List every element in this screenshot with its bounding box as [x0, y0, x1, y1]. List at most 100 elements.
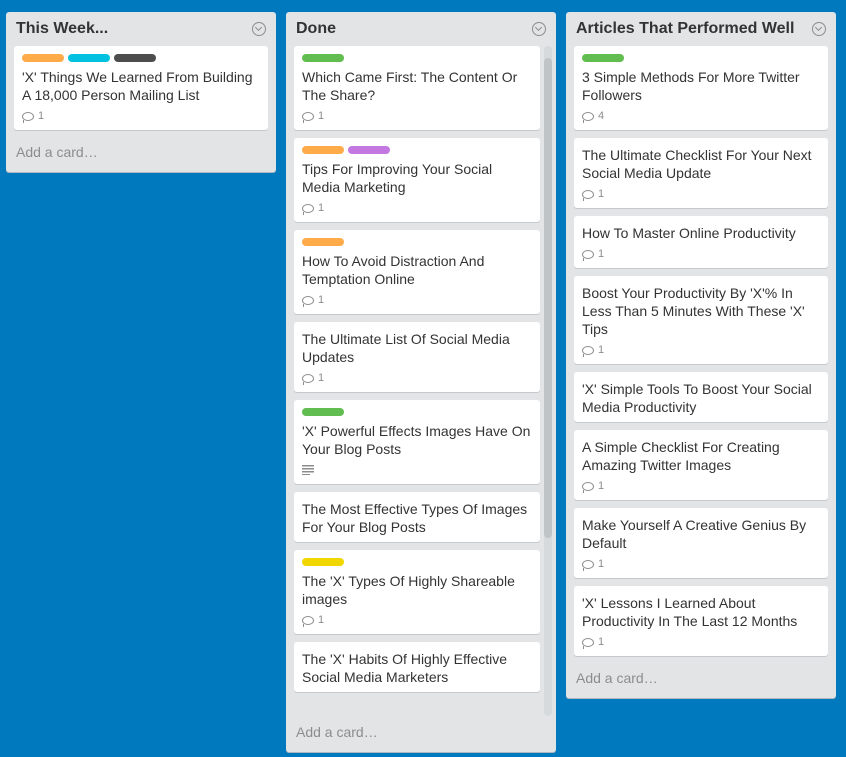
card-title: 'X' Powerful Effects Images Have On Your…: [302, 423, 531, 457]
card-title: A Simple Checklist For Creating Amazing …: [582, 439, 780, 473]
card-labels: [302, 408, 532, 416]
list-column: This Week... 'X' Things We Learned From B…: [6, 12, 276, 172]
list-column: Done Which Came First: The Content Or The…: [286, 12, 556, 752]
card-badges: 4: [582, 108, 820, 124]
label-orange[interactable]: [302, 146, 344, 154]
label-orange[interactable]: [302, 238, 344, 246]
card[interactable]: 'X' Simple Tools To Boost Your Social Me…: [574, 372, 828, 422]
comment-icon: [582, 111, 594, 123]
label-sky[interactable]: [68, 54, 110, 62]
comment-count: 1: [318, 614, 325, 626]
chevron-circle-down-icon[interactable]: [532, 22, 546, 36]
card[interactable]: How To Avoid Distraction And Temptation …: [294, 230, 540, 314]
label-green[interactable]: [302, 408, 344, 416]
card-badges: 1: [582, 634, 820, 650]
card-badges: 1: [582, 246, 820, 262]
card[interactable]: Make Yourself A Creative Genius By Defau…: [574, 508, 828, 578]
comment-count: 1: [318, 372, 325, 384]
card-badges: 1: [582, 478, 820, 494]
chevron-circle-down-icon[interactable]: [252, 22, 266, 36]
comment-count: 4: [598, 110, 605, 122]
card-badges: 1: [302, 612, 532, 628]
card-title: The 'X' Habits Of Highly Effective Socia…: [302, 651, 508, 685]
card-labels: [582, 54, 820, 62]
list-title[interactable]: Done: [296, 20, 546, 38]
card[interactable]: Boost Your Productivity By 'X'% In Less …: [574, 276, 828, 364]
card-title: The 'X' Types Of Highly Shareable images: [302, 573, 515, 607]
list-title[interactable]: This Week...: [16, 20, 266, 38]
list-header: Done: [286, 12, 556, 46]
card-title: How To Master Online Productivity: [582, 225, 796, 241]
comment-icon: [302, 373, 314, 385]
comment-count: 1: [318, 110, 325, 122]
comment-icon: [302, 111, 314, 123]
comment-icon: [582, 345, 594, 357]
add-card-link[interactable]: Add a card…: [286, 718, 556, 752]
label-green[interactable]: [302, 54, 344, 62]
card[interactable]: Which Came First: The Content Or The Sha…: [294, 46, 540, 130]
card[interactable]: The 'X' Types Of Highly Shareable images…: [294, 550, 540, 634]
card-title: Boost Your Productivity By 'X'% In Less …: [582, 285, 805, 337]
card-badges: 1: [582, 186, 820, 202]
card-badges: 1: [582, 342, 820, 358]
card-title: 'X' Simple Tools To Boost Your Social Me…: [582, 381, 812, 415]
label-yellow[interactable]: [302, 558, 344, 566]
scrollbar-thumb[interactable]: [544, 58, 552, 538]
comment-icon: [582, 637, 594, 649]
card[interactable]: The Ultimate List Of Social Media Update…: [294, 322, 540, 392]
card-badges: 1: [582, 556, 820, 572]
card-title: Which Came First: The Content Or The Sha…: [302, 69, 518, 103]
card[interactable]: A Simple Checklist For Creating Amazing …: [574, 430, 828, 500]
comment-icon: [582, 559, 594, 571]
chevron-circle-down-icon[interactable]: [812, 22, 826, 36]
comment-icon: [302, 203, 314, 215]
card[interactable]: The Ultimate Checklist For Your Next Soc…: [574, 138, 828, 208]
card-title: Tips For Improving Your Social Media Mar…: [302, 161, 493, 195]
card-list: 'X' Things We Learned From Building A 18…: [6, 46, 276, 138]
list-title[interactable]: Articles That Performed Well: [576, 20, 826, 38]
comment-count: 1: [598, 636, 605, 648]
comment-icon: [302, 615, 314, 627]
card[interactable]: The 'X' Habits Of Highly Effective Socia…: [294, 642, 540, 692]
comment-icon: [582, 249, 594, 261]
label-orange[interactable]: [22, 54, 64, 62]
card-badges: 1: [302, 200, 532, 216]
comment-count: 1: [598, 248, 605, 260]
add-card-link[interactable]: Add a card…: [6, 138, 276, 172]
label-black[interactable]: [114, 54, 156, 62]
card-list: Which Came First: The Content Or The Sha…: [286, 46, 556, 718]
card[interactable]: The Most Effective Types Of Images For Y…: [294, 492, 540, 542]
card-title: The Most Effective Types Of Images For Y…: [302, 501, 528, 535]
comment-icon: [582, 481, 594, 493]
list-header: Articles That Performed Well: [566, 12, 836, 46]
card[interactable]: 'X' Things We Learned From Building A 18…: [14, 46, 268, 130]
comment-count: 1: [598, 344, 605, 356]
label-purple[interactable]: [348, 146, 390, 154]
comment-count: 1: [318, 294, 325, 306]
add-card-link[interactable]: Add a card…: [566, 664, 836, 698]
card-title: How To Avoid Distraction And Temptation …: [302, 253, 485, 287]
comment-icon: [22, 111, 34, 123]
card[interactable]: 'X' Lessons I Learned About Productivity…: [574, 586, 828, 656]
list-header: This Week...: [6, 12, 276, 46]
card[interactable]: 'X' Powerful Effects Images Have On Your…: [294, 400, 540, 484]
card-labels: [302, 146, 532, 154]
card-badges: [302, 462, 532, 478]
comment-count: 1: [598, 558, 605, 570]
card[interactable]: How To Master Online Productivity 1: [574, 216, 828, 268]
card[interactable]: Tips For Improving Your Social Media Mar…: [294, 138, 540, 222]
card-title: 3 Simple Methods For More Twitter Follow…: [582, 69, 800, 103]
comment-count: 1: [598, 188, 605, 200]
card-labels: [302, 54, 532, 62]
card-list: 3 Simple Methods For More Twitter Follow…: [566, 46, 836, 664]
comment-icon: [582, 189, 594, 201]
comment-icon: [302, 295, 314, 307]
scrollbar[interactable]: [544, 46, 552, 716]
card-title: Make Yourself A Creative Genius By Defau…: [582, 517, 807, 551]
description-icon: [302, 465, 314, 475]
card-badges: 1: [22, 108, 260, 124]
card[interactable]: 3 Simple Methods For More Twitter Follow…: [574, 46, 828, 130]
comment-count: 1: [598, 480, 605, 492]
card-title: 'X' Things We Learned From Building A 18…: [22, 69, 253, 103]
label-green[interactable]: [582, 54, 624, 62]
